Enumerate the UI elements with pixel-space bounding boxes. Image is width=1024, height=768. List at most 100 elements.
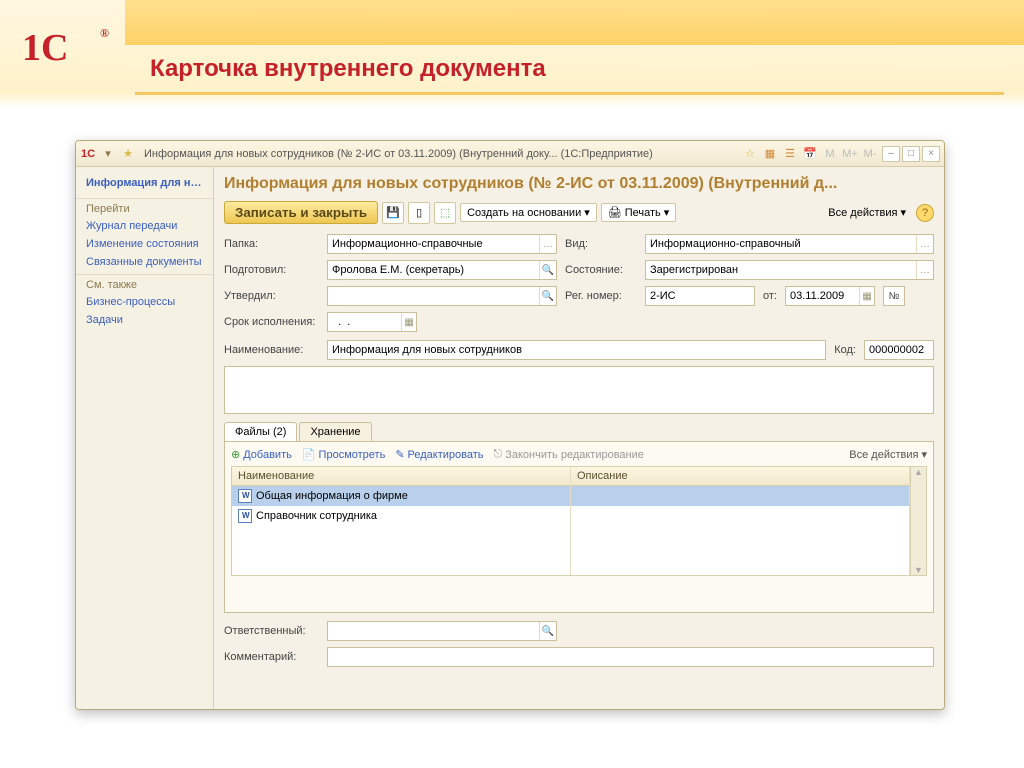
content-area: Информация для новых сотрудников (№ 2-ИС… — [214, 167, 944, 709]
create-based-on-button[interactable]: Создать на основании▾ — [460, 203, 597, 222]
prepared-label: Подготовил: — [224, 264, 319, 276]
search-icon[interactable]: 🔍 — [539, 622, 556, 640]
grid-icon[interactable]: ▦ — [762, 146, 778, 162]
title-underline — [135, 92, 1004, 95]
kind-label: Вид: — [565, 238, 637, 250]
finish-edit-button[interactable]: ⎋Закончить редактирование — [494, 448, 644, 461]
calendar-icon[interactable]: 📅 — [802, 146, 818, 162]
main-toolbar: Записать и закрыть 💾 ▯ ⬚ Создать на осно… — [224, 201, 934, 224]
tabs: Файлы (2) Хранение — [224, 422, 934, 441]
col-header-desc[interactable]: Описание — [571, 467, 909, 486]
app-icon: 1С — [80, 146, 96, 162]
list-icon[interactable]: ☰ — [782, 146, 798, 162]
chevron-down-icon: ▾ — [900, 206, 906, 219]
browse-icon[interactable]: … — [539, 235, 556, 253]
files-all-actions-button[interactable]: Все действия▾ — [849, 448, 927, 461]
calendar-icon[interactable]: ▦ — [401, 313, 416, 331]
favorite-icon[interactable]: ☆ — [742, 146, 758, 162]
chevron-down-icon: ▾ — [584, 206, 590, 219]
edit-icon: ✎ — [395, 448, 404, 461]
file-row-desc — [571, 486, 909, 506]
name-field[interactable] — [327, 340, 826, 360]
comment-field[interactable] — [327, 647, 934, 667]
window-title-text: Информация для новых сотрудников (№ 2-ИС… — [140, 148, 738, 160]
save-icon[interactable]: 💾 — [382, 202, 404, 224]
workspace: Информация для нов… Перейти Журнал перед… — [76, 167, 944, 709]
nav-link-state-change[interactable]: Изменение состояния — [76, 235, 213, 253]
search-icon[interactable]: 🔍 — [539, 261, 556, 279]
slide-title: Карточка внутреннего документа — [150, 55, 546, 83]
maximize-button[interactable]: □ — [902, 146, 920, 162]
minimize-button[interactable]: – — [882, 146, 900, 162]
code-field[interactable] — [864, 340, 934, 360]
tab-files[interactable]: Файлы (2) — [224, 422, 297, 441]
document-icon[interactable]: ▯ — [408, 202, 430, 224]
mem-mminus[interactable]: M- — [862, 146, 878, 162]
printer-icon: 🖨 — [608, 206, 622, 219]
edit-file-button[interactable]: ✎Редактировать — [395, 448, 483, 461]
responsible-label: Ответственный: — [224, 625, 319, 637]
all-actions-button[interactable]: Все действия▾ — [822, 204, 912, 221]
window-titlebar: 1С ▾ ★ Информация для новых сотрудников … — [76, 141, 944, 167]
nav-link-processes[interactable]: Бизнес-процессы — [76, 293, 213, 311]
due-label: Срок исполнения: — [224, 316, 319, 328]
dropdown-icon[interactable]: ▾ — [100, 146, 116, 162]
file-row-desc — [571, 506, 909, 526]
nav-section-goto: Перейти — [76, 198, 213, 217]
kind-field[interactable]: … — [645, 234, 934, 254]
chevron-down-icon: ▾ — [921, 448, 927, 461]
col-header-name[interactable]: Наименование — [232, 467, 570, 486]
scrollbar[interactable]: ▲▼ — [910, 467, 926, 575]
new-icon[interactable]: ⬚ — [434, 202, 456, 224]
save-and-close-button[interactable]: Записать и закрыть — [224, 201, 378, 224]
mem-m[interactable]: M — [822, 146, 838, 162]
comment-label: Комментарий: — [224, 651, 319, 663]
from-label: от: — [763, 290, 777, 302]
state-field[interactable]: … — [645, 260, 934, 280]
browse-icon[interactable]: … — [916, 235, 933, 253]
tab-body-files: ⊕Добавить 📄Просмотреть ✎Редактировать ⎋З… — [224, 441, 934, 613]
regnum-label: Рег. номер: — [565, 290, 637, 302]
content-title: Информация для новых сотрудников (№ 2-ИС… — [224, 175, 934, 193]
code-label: Код: — [834, 344, 856, 356]
word-doc-icon — [238, 489, 252, 503]
number-button[interactable]: № — [883, 286, 905, 306]
file-table: Наименование Общая информация о фирме Сп… — [231, 466, 927, 576]
nav-link-related-docs[interactable]: Связанные документы — [76, 253, 213, 271]
document-icon: 📄 — [302, 448, 316, 461]
close-button[interactable]: × — [922, 146, 940, 162]
star-icon[interactable]: ★ — [120, 146, 136, 162]
word-doc-icon — [238, 509, 252, 523]
nav-link-tasks[interactable]: Задачи — [76, 311, 213, 329]
state-label: Состояние: — [565, 264, 637, 276]
approved-label: Утвердил: — [224, 290, 319, 302]
file-row[interactable]: Справочник сотрудника — [232, 506, 570, 526]
file-row[interactable]: Общая информация о фирме — [232, 486, 570, 506]
nav-section-seealso: См. также — [76, 274, 213, 293]
nav-link-journal[interactable]: Журнал передачи — [76, 217, 213, 235]
logo-1c: 1С — [22, 18, 107, 78]
due-date-field[interactable]: ▦ — [327, 312, 417, 332]
description-textarea[interactable] — [224, 366, 934, 414]
from-date-field[interactable]: ▦ — [785, 286, 875, 306]
mem-mplus[interactable]: M+ — [842, 146, 858, 162]
view-file-button[interactable]: 📄Просмотреть — [302, 448, 385, 461]
chevron-down-icon: ▾ — [664, 206, 670, 219]
search-icon[interactable]: 🔍 — [539, 287, 556, 305]
responsible-field[interactable]: 🔍 — [327, 621, 557, 641]
nav-panel: Информация для нов… Перейти Журнал перед… — [76, 167, 214, 709]
help-icon[interactable]: ? — [916, 204, 934, 222]
nav-title: Информация для нов… — [76, 173, 213, 195]
approved-field[interactable]: 🔍 — [327, 286, 557, 306]
folder-field[interactable]: … — [327, 234, 557, 254]
add-file-button[interactable]: ⊕Добавить — [231, 448, 292, 461]
regnum-field[interactable] — [645, 286, 755, 306]
brand-bar — [125, 0, 1024, 45]
tab-storage[interactable]: Хранение — [299, 422, 371, 441]
browse-icon[interactable]: … — [916, 261, 933, 279]
name-label: Наименование: — [224, 344, 319, 356]
plus-icon: ⊕ — [231, 448, 240, 461]
calendar-icon[interactable]: ▦ — [859, 287, 874, 305]
print-button[interactable]: 🖨Печать▾ — [601, 203, 677, 222]
prepared-field[interactable]: 🔍 — [327, 260, 557, 280]
